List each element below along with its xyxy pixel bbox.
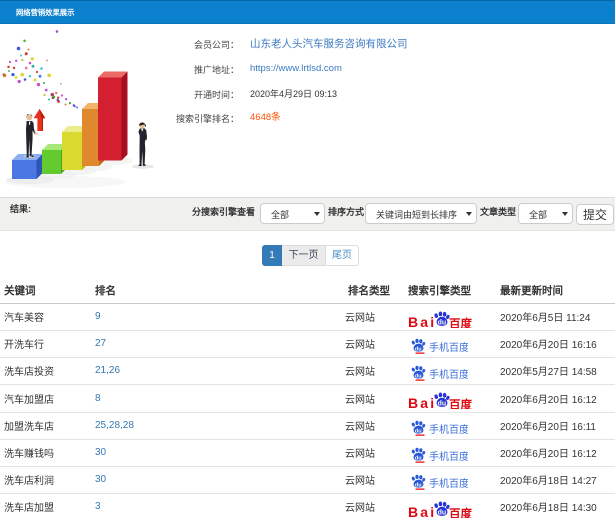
svg-text:du: du: [415, 482, 422, 488]
svg-text:du: du: [438, 509, 447, 516]
svg-text:手机百度: 手机百度: [429, 368, 468, 381]
svg-text:Bai: Bai: [408, 504, 436, 518]
svg-text:百度: 百度: [449, 506, 472, 518]
svg-text:手机百度: 手机百度: [429, 341, 468, 354]
svg-text:Bai: Bai: [408, 395, 436, 409]
svg-text:du: du: [415, 346, 422, 352]
svg-text:du: du: [415, 373, 422, 379]
svg-text:手机百度: 手机百度: [429, 477, 468, 490]
svg-text:du: du: [438, 401, 447, 408]
svg-text:du: du: [438, 319, 447, 326]
svg-text:du: du: [415, 455, 422, 461]
svg-text:手机百度: 手机百度: [429, 423, 468, 436]
svg-text:百度: 百度: [449, 398, 472, 410]
svg-text:手机百度: 手机百度: [429, 450, 468, 463]
svg-text:百度: 百度: [449, 316, 472, 328]
svg-text:Bai: Bai: [408, 314, 436, 328]
svg-text:du: du: [415, 428, 422, 434]
